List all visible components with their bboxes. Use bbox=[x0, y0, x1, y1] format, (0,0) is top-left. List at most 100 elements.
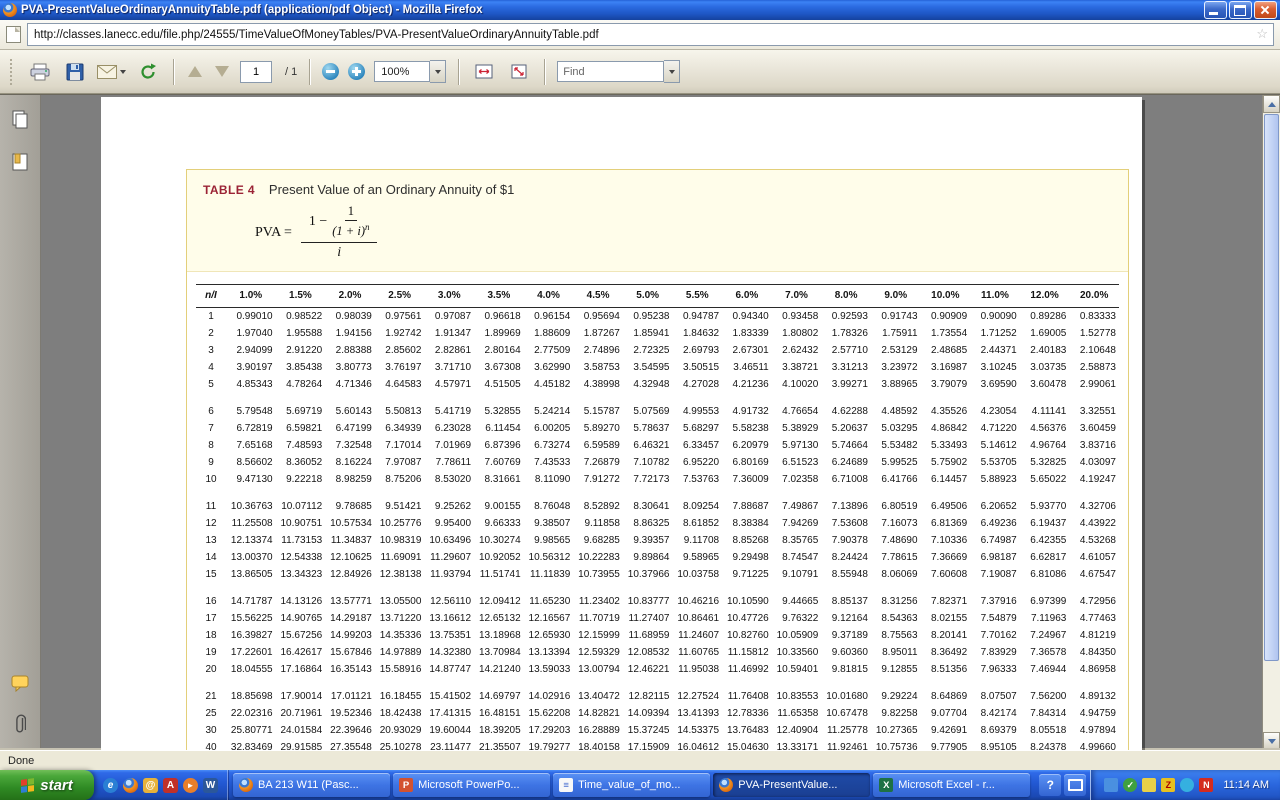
fit-width-icon[interactable] bbox=[471, 57, 497, 87]
comments-panel-icon[interactable] bbox=[6, 670, 34, 696]
table-cell: 20.93029 bbox=[375, 722, 425, 739]
column-header: 1.0% bbox=[226, 285, 276, 308]
email-icon[interactable] bbox=[97, 57, 126, 87]
start-button[interactable]: start bbox=[0, 770, 94, 800]
word-icon[interactable]: W bbox=[203, 778, 218, 793]
table-row: 21.970401.955881.941561.927421.913471.89… bbox=[196, 325, 1119, 342]
table-cell: 12.84926 bbox=[325, 566, 375, 583]
taskbar-window-button[interactable]: PVA-PresentValue... bbox=[713, 773, 870, 797]
volume-icon[interactable] bbox=[1142, 778, 1156, 792]
table-cell: 9.81815 bbox=[821, 661, 871, 678]
shield-icon[interactable]: ✓ bbox=[1123, 778, 1137, 792]
internet-explorer-icon[interactable]: e bbox=[103, 778, 118, 793]
table-cell: 5.41719 bbox=[424, 403, 474, 420]
table-row: 4032.8346929.9158527.3554825.1027823.114… bbox=[196, 739, 1119, 750]
table-cell: 10.37966 bbox=[623, 566, 673, 583]
table-cell: 7.02358 bbox=[772, 471, 822, 488]
toolbar-separator bbox=[458, 59, 459, 85]
network-icon[interactable] bbox=[1104, 778, 1118, 792]
next-page-icon[interactable] bbox=[215, 66, 229, 77]
table-cell: 13.16612 bbox=[424, 610, 474, 627]
table-cell: 12.40904 bbox=[772, 722, 822, 739]
zoom-dropdown-button[interactable] bbox=[430, 60, 446, 83]
table-cell: 9.89864 bbox=[623, 549, 673, 566]
scroll-up-icon[interactable] bbox=[1263, 95, 1280, 113]
table-cell: 0.98039 bbox=[325, 308, 375, 326]
table-cell: 6.14457 bbox=[921, 471, 971, 488]
table-cell: 13.05500 bbox=[375, 593, 425, 610]
media-player-icon[interactable]: ► bbox=[183, 778, 198, 793]
table-cell: 15.41502 bbox=[424, 688, 474, 705]
table-cell: 4.23054 bbox=[970, 403, 1020, 420]
taskbar-window-button[interactable]: PMicrosoft PowerPo... bbox=[393, 773, 550, 797]
display-button[interactable] bbox=[1064, 774, 1086, 796]
norton-icon[interactable]: N bbox=[1199, 778, 1213, 792]
zoom-in-button[interactable] bbox=[348, 63, 365, 80]
url-input[interactable] bbox=[27, 23, 1274, 46]
table-cell: 13.34323 bbox=[276, 566, 326, 583]
table-cell: 4.76654 bbox=[772, 403, 822, 420]
table-cell: 6.20652 bbox=[970, 498, 1020, 515]
table-cell: 12.27524 bbox=[672, 688, 722, 705]
table-cell: 11.95038 bbox=[672, 661, 722, 678]
table-cell: 9.07704 bbox=[921, 705, 971, 722]
group-spacer bbox=[196, 488, 1119, 498]
bookmarks-panel-icon[interactable] bbox=[6, 149, 34, 175]
table-cell: 25.10278 bbox=[375, 739, 425, 750]
table-cell: 9.98565 bbox=[524, 532, 574, 549]
pages-panel-icon[interactable] bbox=[6, 107, 34, 133]
table-cell: 7.16073 bbox=[871, 515, 921, 532]
fit-page-icon[interactable] bbox=[506, 57, 532, 87]
help-button[interactable]: ? bbox=[1039, 774, 1061, 796]
scroll-down-icon[interactable] bbox=[1263, 732, 1280, 750]
table-cell: 5.20637 bbox=[821, 420, 871, 437]
minimize-button[interactable] bbox=[1204, 1, 1227, 19]
zoom-level-value[interactable]: 100% bbox=[374, 61, 430, 82]
page-number-input[interactable] bbox=[240, 61, 272, 83]
acrobat-icon[interactable]: A bbox=[163, 778, 178, 793]
vertical-scrollbar[interactable] bbox=[1262, 95, 1280, 750]
zonealarm-icon[interactable]: Z bbox=[1161, 778, 1175, 792]
table-cell: 4.21236 bbox=[722, 376, 772, 393]
save-icon[interactable] bbox=[62, 57, 88, 87]
messenger-icon[interactable] bbox=[1180, 778, 1194, 792]
previous-page-icon[interactable] bbox=[188, 66, 202, 77]
refresh-icon[interactable] bbox=[135, 57, 161, 87]
taskbar-window-button[interactable]: BA 213 W11 (Pasc... bbox=[233, 773, 390, 797]
powerpoint-icon: P bbox=[399, 778, 413, 792]
bookmark-star-icon[interactable]: ☆ bbox=[1256, 26, 1268, 41]
table-cell: 14.09394 bbox=[623, 705, 673, 722]
table-cell: 8.61852 bbox=[672, 515, 722, 532]
maximize-button[interactable] bbox=[1229, 1, 1252, 19]
zoom-out-button[interactable] bbox=[322, 63, 339, 80]
column-header: 1.5% bbox=[276, 285, 326, 308]
table-cell: 17.16864 bbox=[276, 661, 326, 678]
table-cell: 4.67547 bbox=[1069, 566, 1119, 583]
scrollbar-thumb[interactable] bbox=[1264, 114, 1279, 661]
taskbar-window-button[interactable]: ≡Time_value_of_mo... bbox=[553, 773, 710, 797]
table-cell: 3.46511 bbox=[722, 359, 772, 376]
column-header: 10.0% bbox=[921, 285, 971, 308]
table-cell: 11.92461 bbox=[821, 739, 871, 750]
table-cell: 0.95694 bbox=[573, 308, 623, 326]
print-icon[interactable] bbox=[27, 57, 53, 87]
table-cell: 4.57971 bbox=[424, 376, 474, 393]
table-cell: 10.47726 bbox=[722, 610, 772, 627]
find-input[interactable] bbox=[557, 61, 664, 82]
email-icon[interactable]: @ bbox=[143, 778, 158, 793]
formula-denominator: i bbox=[337, 243, 341, 261]
table-cell: 5.65022 bbox=[1020, 471, 1070, 488]
attachments-panel-icon[interactable] bbox=[6, 712, 34, 738]
table-cell: 7.60608 bbox=[921, 566, 971, 583]
table-cell: 3.58753 bbox=[573, 359, 623, 376]
formula-equals: = bbox=[284, 225, 292, 240]
taskbar-window-button[interactable]: XMicrosoft Excel - r... bbox=[873, 773, 1030, 797]
close-button[interactable] bbox=[1254, 1, 1277, 19]
table-cell: 14.99203 bbox=[325, 627, 375, 644]
find-dropdown-button[interactable] bbox=[664, 60, 680, 83]
table-cell: 8.05518 bbox=[1020, 722, 1070, 739]
firefox-icon[interactable] bbox=[123, 778, 138, 793]
email-dropdown-icon[interactable] bbox=[120, 70, 126, 74]
scrollbar-track[interactable] bbox=[1263, 662, 1280, 732]
table-cell: 7.56200 bbox=[1020, 688, 1070, 705]
